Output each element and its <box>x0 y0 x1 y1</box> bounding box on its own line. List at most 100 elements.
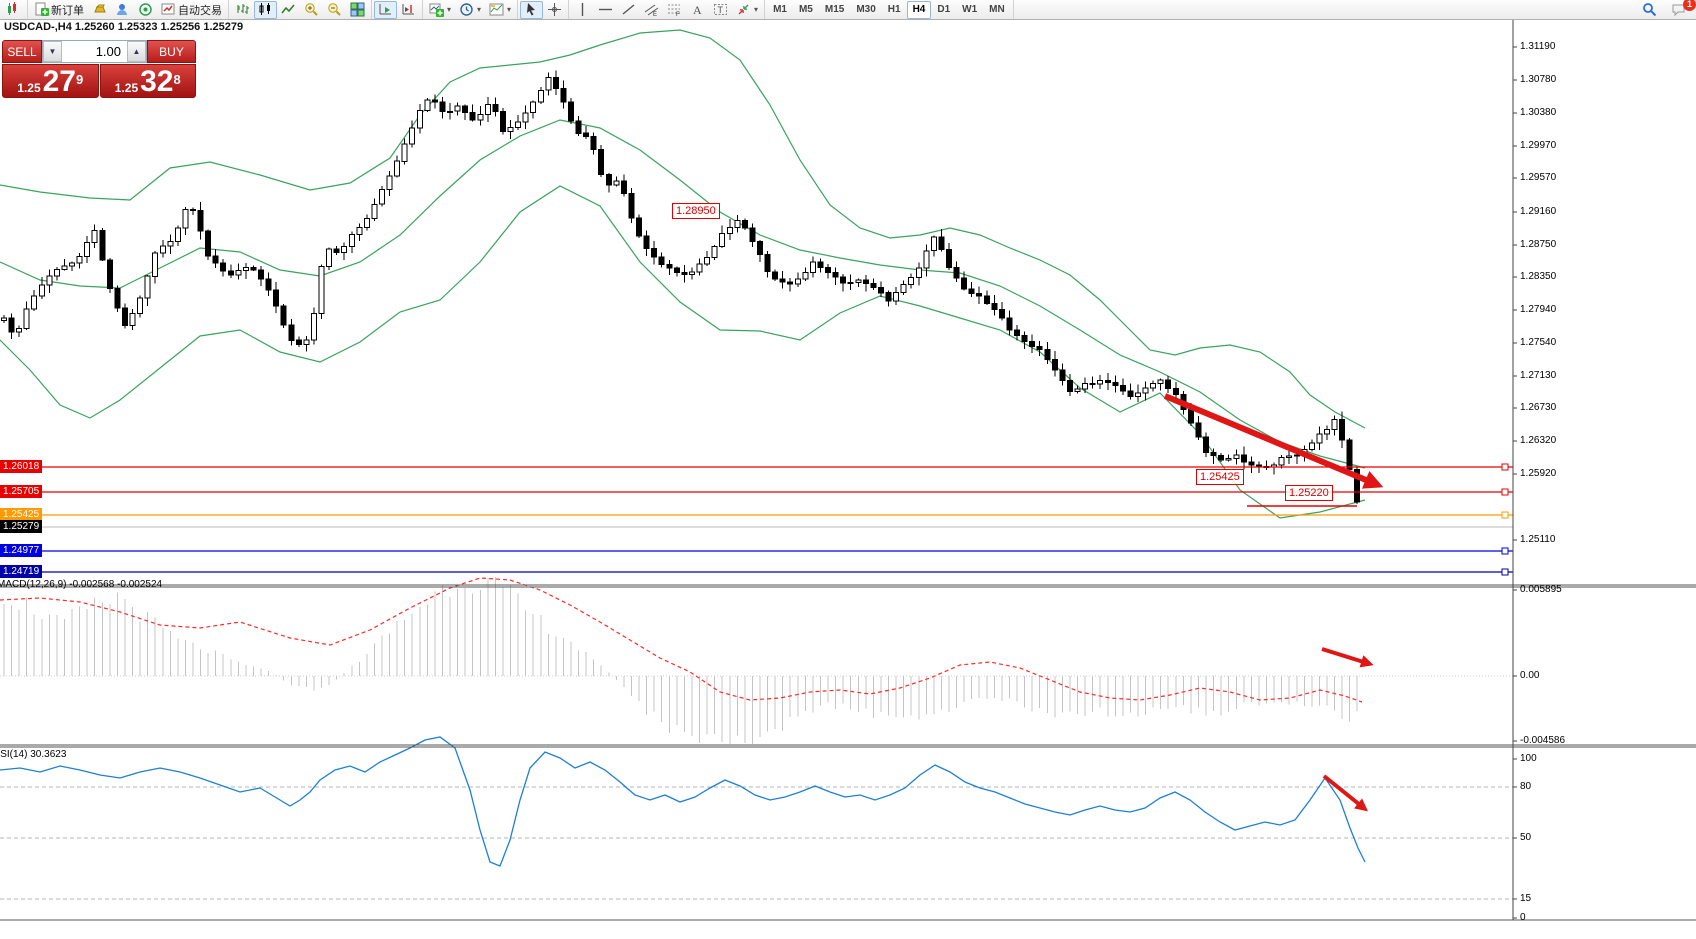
arrows-button[interactable]: ▾ <box>732 1 762 19</box>
notification-badge: 1 <box>1683 0 1696 11</box>
toolbar-group-4: ▾ ▾ ▾ <box>423 0 518 19</box>
sell-button[interactable]: SELL <box>2 40 42 63</box>
indicators-button[interactable]: ▾ <box>425 1 455 19</box>
autotrade-button[interactable]: 自动交易 <box>157 1 226 19</box>
trendline-button[interactable] <box>617 1 640 19</box>
zoom-in-button[interactable] <box>300 1 323 19</box>
price-annotation[interactable]: 1.25220 <box>1285 485 1333 501</box>
autoscroll-icon <box>378 2 393 17</box>
autoscroll-button[interactable] <box>374 1 397 19</box>
timeframe-m5-button[interactable]: M5 <box>793 1 819 19</box>
tile-windows-icon <box>350 2 365 17</box>
toolbar-group-6: E FAT ▾ <box>569 0 765 19</box>
hline-button[interactable] <box>594 1 617 19</box>
rsi-indicator-label: RSI(14) 30.3623 <box>0 749 66 760</box>
new-order-icon <box>34 2 49 17</box>
toolbar-group-1: 新订单 自动交易 <box>28 0 229 19</box>
chevron-down-icon[interactable]: ▾ <box>507 5 511 14</box>
volume-decrease-button[interactable]: ▼ <box>43 41 62 62</box>
chevron-down-icon[interactable]: ▾ <box>754 5 758 14</box>
sell-price-display[interactable]: 1.25 27 9 <box>2 64 99 98</box>
svg-text:E: E <box>653 12 657 17</box>
timeframe-m1-button[interactable]: M1 <box>767 1 793 19</box>
price-annotation[interactable]: 1.25425 <box>1196 469 1244 485</box>
candle-mini-button[interactable] <box>2 1 25 19</box>
chart-canvas[interactable] <box>0 0 1696 939</box>
main-toolbar: 新订单 自动交易 ▾ ▾ ▾ E FAT ▾ M1M5M15M30H1H4D1W1MN 1 <box>0 0 1696 20</box>
gold-button[interactable] <box>88 1 111 19</box>
candles-button[interactable] <box>254 1 277 19</box>
one-click-trade-panel: SELL ▼ 1.00 ▲ BUY 1.25 27 9 1.25 32 8 <box>2 40 196 98</box>
timeframe-m15-button[interactable]: M15 <box>819 1 850 19</box>
buy-button[interactable]: BUY <box>147 40 196 63</box>
timeframe-h1-button[interactable]: H1 <box>882 1 907 19</box>
rsi-axis-tick: 50 <box>1520 832 1531 843</box>
label-button[interactable]: T <box>709 1 732 19</box>
line-chart-button[interactable] <box>277 1 300 19</box>
chat-button[interactable]: 1 <box>1667 1 1690 19</box>
arrows-icon <box>736 2 751 17</box>
volume-control: ▼ 1.00 ▲ <box>42 40 147 63</box>
line-handle[interactable] <box>1502 512 1508 518</box>
volume-input[interactable]: 1.00 <box>62 41 127 62</box>
indicators-icon <box>429 2 444 17</box>
macd-axis-tick: -0.004586 <box>1520 735 1565 746</box>
bar-chart-button[interactable] <box>231 1 254 19</box>
price-axis-tick: 1.28350 <box>1520 271 1556 282</box>
signals-button[interactable] <box>134 1 157 19</box>
line-handle[interactable] <box>1502 464 1508 470</box>
crosshair-button[interactable] <box>543 1 566 19</box>
timeframe-m30-button[interactable]: M30 <box>850 1 881 19</box>
community-icon <box>115 2 130 17</box>
new-order-button[interactable]: 新订单 <box>30 1 88 19</box>
fibonacci-button[interactable]: F <box>663 1 686 19</box>
price-axis-tick: 1.27540 <box>1520 337 1556 348</box>
buy-price-display[interactable]: 1.25 32 8 <box>100 64 197 98</box>
price-annotation[interactable]: 1.28950 <box>672 203 720 219</box>
red-arrow-object[interactable] <box>1322 649 1370 664</box>
line-handle[interactable] <box>1502 548 1508 554</box>
vline-icon <box>575 2 590 17</box>
price-axis-tick: 1.25110 <box>1520 534 1555 545</box>
shift-end-button[interactable] <box>397 1 420 19</box>
timeframe-d1-button[interactable]: D1 <box>931 1 956 19</box>
vline-button[interactable] <box>571 1 594 19</box>
candlestick-series[interactable] <box>2 70 1360 504</box>
periods-button[interactable]: ▾ <box>455 1 485 19</box>
bar-chart-icon <box>235 2 250 17</box>
price-axis-tick: 1.27940 <box>1520 304 1556 315</box>
toolbar-button-label: 新订单 <box>51 2 84 18</box>
chevron-down-icon[interactable]: ▾ <box>477 5 481 14</box>
chevron-down-icon[interactable]: ▾ <box>447 5 451 14</box>
text-button[interactable]: A <box>686 1 709 19</box>
autotrade-icon <box>161 2 176 17</box>
price-axis-tick: 1.29970 <box>1520 140 1556 151</box>
tile-windows-button[interactable] <box>346 1 369 19</box>
timeframe-w1-button[interactable]: W1 <box>956 1 983 19</box>
templates-button[interactable]: ▾ <box>485 1 515 19</box>
periods-icon <box>459 2 474 17</box>
price-axis-tick: 1.28750 <box>1520 239 1556 250</box>
search-button[interactable] <box>1638 1 1661 19</box>
level-price-tag: 1.26018 <box>0 460 42 473</box>
volume-increase-button[interactable]: ▲ <box>127 41 146 62</box>
bollinger-middle-band[interactable] <box>0 120 1365 468</box>
channel-button[interactable]: E <box>640 1 663 19</box>
zoom-out-button[interactable] <box>323 1 346 19</box>
line-chart-icon <box>281 2 296 17</box>
line-handle[interactable] <box>1502 569 1508 575</box>
svg-text:T: T <box>718 5 724 15</box>
red-arrow-object[interactable] <box>1324 776 1365 809</box>
macd-signal-line <box>0 578 1362 702</box>
community-button[interactable] <box>111 1 134 19</box>
rsi-line <box>0 737 1365 866</box>
rsi-axis-tick: 0 <box>1520 912 1526 923</box>
timeframe-mn-button[interactable]: MN <box>983 1 1011 19</box>
timeframe-h4-button[interactable]: H4 <box>907 1 932 19</box>
macd-histogram <box>4 577 1357 744</box>
cursor-button[interactable] <box>520 1 543 19</box>
fibonacci-icon: F <box>667 2 682 17</box>
bollinger-upper-band[interactable] <box>0 30 1365 428</box>
toolbar-group-2 <box>229 0 372 19</box>
line-handle[interactable] <box>1502 489 1508 495</box>
